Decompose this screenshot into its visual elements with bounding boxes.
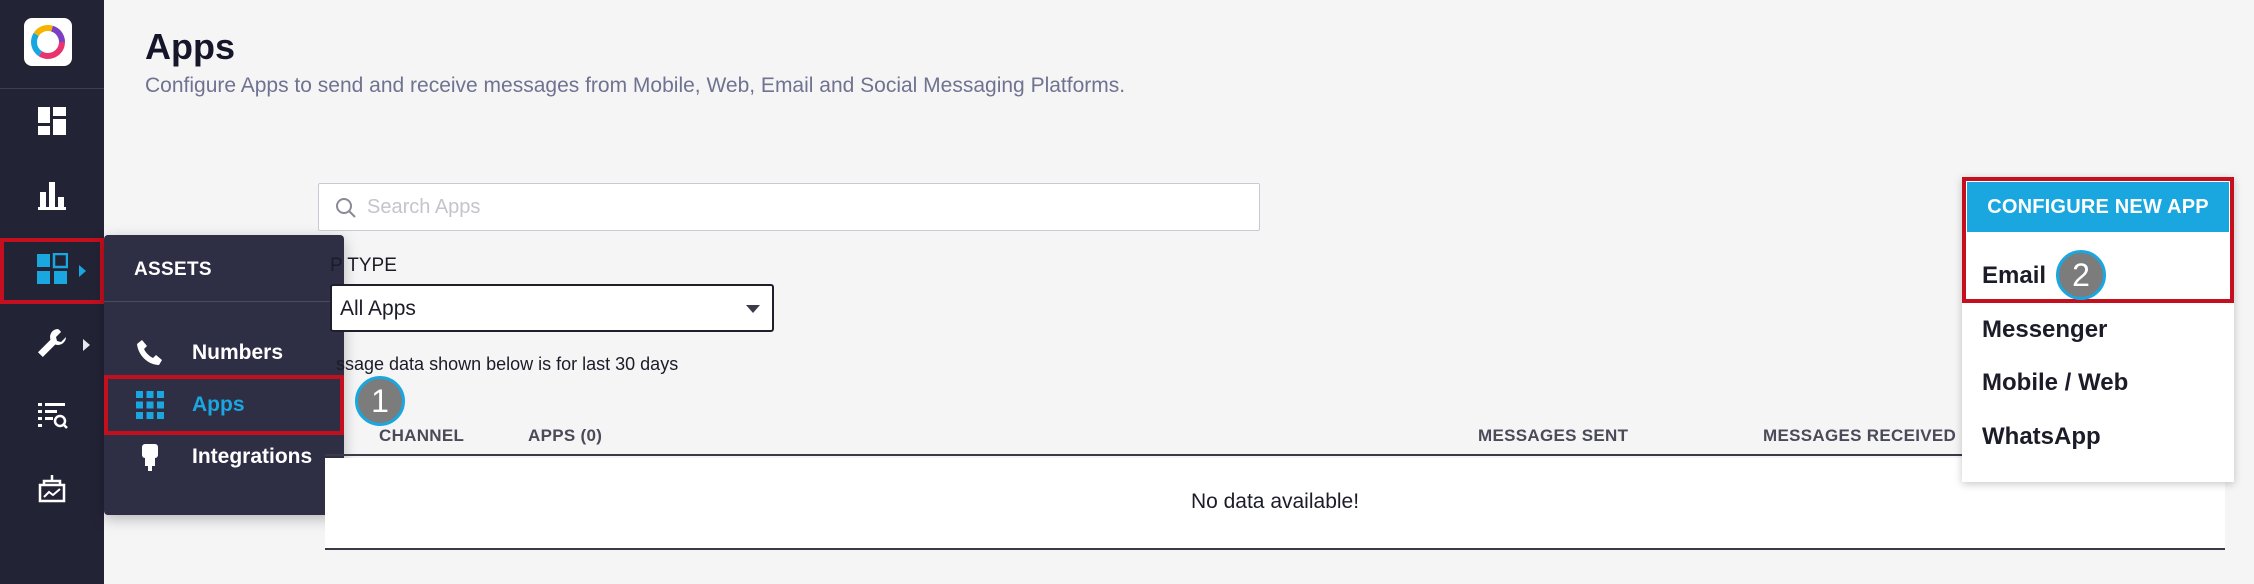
step-marker-2: 2 (2056, 250, 2106, 300)
expand-caret-icon (83, 339, 90, 351)
flyout-item-integrations[interactable]: Integrations (104, 431, 344, 483)
flyout-divider (104, 301, 344, 302)
search-box (318, 183, 1260, 231)
flyout-title: ASSETS (134, 259, 212, 280)
column-header-messages-received[interactable]: MESSAGES RECEIVED (1763, 426, 1956, 446)
plug-icon (134, 441, 166, 473)
rail-item-tools[interactable] (0, 314, 104, 376)
page-subtitle: Configure Apps to send and receive messa… (145, 74, 1126, 97)
rail-item-assets[interactable] (0, 238, 104, 304)
sandbox-icon (36, 473, 68, 509)
rail-item-logs[interactable] (0, 386, 104, 448)
flyout-item-apps[interactable]: Apps (104, 375, 344, 435)
apps-table: CHANNEL APPS (0) MESSAGES SENT MESSAGES … (325, 418, 2225, 550)
menu-item-whatsapp[interactable]: WhatsApp (1962, 411, 2234, 463)
app-logo[interactable] (24, 18, 72, 66)
rail-item-analytics[interactable] (0, 166, 104, 228)
flyout-item-numbers[interactable]: Numbers (104, 327, 344, 379)
column-header-apps[interactable]: APPS (0) (528, 426, 602, 446)
search-icon (335, 197, 357, 219)
dashboard-icon (37, 106, 67, 140)
phone-icon (134, 337, 166, 369)
wrench-icon (36, 327, 68, 363)
empty-state-text: No data available! (1190, 490, 1360, 513)
logs-icon (36, 399, 68, 435)
left-nav-rail (0, 0, 104, 584)
rail-item-sandbox[interactable] (0, 460, 104, 522)
assets-icon (36, 252, 69, 289)
analytics-icon (37, 180, 67, 214)
configure-new-app-button[interactable]: CONFIGURE NEW APP (1967, 182, 2229, 232)
flyout-item-label: Integrations (192, 445, 313, 468)
chevron-down-icon (746, 305, 760, 313)
app-type-select[interactable]: All Apps (330, 284, 774, 332)
configure-app-menu: CONFIGURE NEW APP Email Messenger Mobile… (1962, 177, 2234, 482)
table-body: No data available! (325, 458, 2225, 550)
search-input[interactable] (367, 184, 1247, 230)
table-header: CHANNEL APPS (0) MESSAGES SENT MESSAGES … (325, 418, 2225, 456)
flyout-item-label: Apps (192, 393, 245, 416)
rail-item-dashboard[interactable] (0, 92, 104, 154)
expand-caret-icon (79, 265, 86, 277)
column-header-channel[interactable]: CHANNEL (379, 426, 464, 446)
menu-item-mobile-web[interactable]: Mobile / Web (1962, 357, 2234, 409)
flyout-item-label: Numbers (192, 341, 284, 364)
select-value: All Apps (340, 297, 416, 320)
data-period-note: ssage data shown below is for last 30 da… (336, 354, 679, 374)
page-title: Apps (145, 26, 235, 67)
rail-divider (0, 88, 104, 89)
assets-flyout-menu: ASSETS Numbers Apps Integrations (104, 235, 344, 515)
apps-grid-icon (134, 389, 166, 421)
menu-item-messenger[interactable]: Messenger (1962, 304, 2234, 356)
app-type-label: P TYPE (330, 255, 397, 276)
column-header-messages-sent[interactable]: MESSAGES SENT (1478, 426, 1628, 446)
